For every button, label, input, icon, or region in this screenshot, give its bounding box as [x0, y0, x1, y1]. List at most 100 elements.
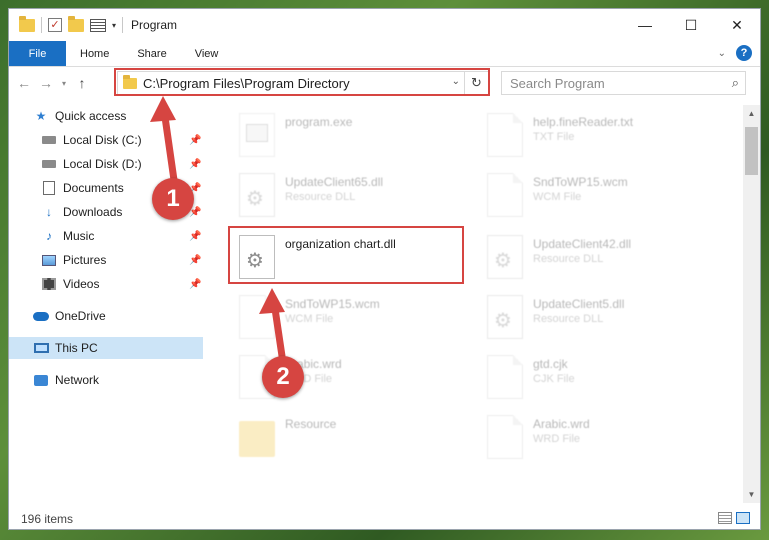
file-name: SndToWP15.wcm: [285, 297, 380, 311]
file-item[interactable]: program.exe: [239, 113, 352, 169]
wrd-file-icon: [487, 415, 523, 459]
file-highlight: [228, 226, 464, 284]
file-item[interactable]: SndToWP15.wcm WCM File: [487, 173, 628, 229]
network-icon: [33, 373, 49, 387]
pin-icon[interactable]: 📌: [189, 231, 201, 242]
search-box[interactable]: ⌕: [501, 71, 746, 95]
dll-file-icon: ⚙: [487, 295, 523, 339]
pictures-icon: [41, 253, 57, 267]
qat-separator: [41, 17, 42, 33]
large-icons-view-icon[interactable]: [736, 512, 750, 524]
scroll-down-arrow-icon[interactable]: ▼: [743, 486, 760, 503]
title-separator: [122, 17, 124, 33]
sidebar-item-label: Quick access: [55, 109, 127, 123]
file-name: Arabic.wrd: [533, 417, 590, 431]
step-1-badge: 1: [152, 178, 194, 220]
vertical-scrollbar[interactable]: ▲ ▼: [743, 105, 760, 503]
cloud-icon: [33, 309, 49, 323]
file-item[interactable]: Resource: [239, 415, 336, 471]
documents-icon: [41, 181, 57, 195]
tab-home[interactable]: Home: [66, 41, 123, 66]
expand-ribbon-chevron-icon[interactable]: ⌄: [718, 48, 726, 59]
address-bar-highlight: [114, 68, 490, 96]
folder-icon: [19, 15, 35, 32]
file-item[interactable]: Arabic.wrd WRD File: [487, 415, 590, 471]
pin-icon[interactable]: 📌: [189, 279, 201, 290]
tab-share[interactable]: Share: [123, 41, 180, 66]
file-item[interactable]: ⚙ UpdateClient65.dll Resource DLL: [239, 173, 383, 229]
file-type: Resource DLL: [533, 253, 604, 265]
forward-arrow-icon[interactable]: →: [35, 75, 57, 91]
status-bar: 196 items: [9, 507, 760, 529]
details-view-icon[interactable]: [718, 512, 732, 524]
dll-file-icon: ⚙: [487, 235, 523, 279]
file-name: SndToWP15.wcm: [533, 175, 628, 189]
sidebar-item-this-pc[interactable]: This PC: [9, 337, 203, 359]
ribbon-tabs: File Home Share View ⌄ ?: [9, 41, 760, 67]
file-name: Resource: [285, 417, 337, 431]
window-controls: — ☐ ✕: [622, 9, 760, 41]
navigation-pane: ★ Quick access Local Disk (C:) 📌 Local D…: [9, 105, 203, 503]
file-type: WCM File: [285, 313, 334, 325]
tab-view[interactable]: View: [181, 41, 233, 66]
sidebar-item-pictures[interactable]: Pictures 📌: [41, 249, 203, 271]
wcm-file-icon: [239, 295, 275, 339]
sidebar-item-videos[interactable]: Videos 📌: [41, 273, 203, 295]
file-name: UpdateClient5.dll: [533, 297, 625, 311]
qat-dropdown-icon[interactable]: ▾: [112, 21, 116, 30]
file-type: CJK File: [533, 373, 575, 385]
file-item[interactable]: help.fineReader.txt TXT File: [487, 113, 633, 169]
sidebar-item-quick-access[interactable]: ★ Quick access: [33, 105, 203, 127]
tab-file[interactable]: File: [9, 41, 66, 66]
file-type: WRD File: [533, 433, 581, 445]
sidebar-item-label: OneDrive: [55, 309, 106, 323]
sidebar-item-label: Videos: [63, 277, 100, 291]
maximize-button[interactable]: ☐: [668, 9, 714, 41]
scroll-thumb[interactable]: [745, 127, 758, 175]
window-title: Program: [131, 18, 178, 32]
sidebar-item-local-disk-d[interactable]: Local Disk (D:) 📌: [41, 153, 203, 175]
properties-check-icon[interactable]: ✓: [48, 18, 62, 32]
download-arrow-icon: ↓: [46, 205, 52, 219]
file-type: TXT File: [533, 131, 575, 143]
search-input[interactable]: [510, 75, 720, 91]
new-folder-icon[interactable]: [68, 15, 84, 32]
file-name: UpdateClient42.dll: [533, 237, 632, 251]
sidebar-item-label: Pictures: [63, 253, 107, 267]
file-item[interactable]: ⚙ UpdateClient42.dll Resource DLL: [487, 235, 631, 291]
help-icon[interactable]: ?: [736, 45, 752, 61]
pin-icon[interactable]: 📌: [189, 159, 201, 170]
up-arrow-icon[interactable]: ↑: [71, 75, 93, 91]
sidebar-item-label: Documents: [63, 181, 124, 195]
sidebar-item-music[interactable]: ♪ Music 📌: [41, 225, 203, 247]
pin-icon[interactable]: 📌: [189, 255, 201, 266]
search-icon[interactable]: ⌕: [732, 75, 739, 91]
sidebar-item-label: Local Disk (D:): [63, 157, 142, 171]
quick-access-toolbar: ✓ ▾: [9, 15, 124, 33]
pin-icon[interactable]: 📌: [189, 135, 201, 146]
exe-file-icon: [239, 113, 275, 157]
file-name: program.exe: [285, 115, 353, 129]
file-name: gtd.cjk: [533, 357, 568, 371]
ribbon-right-controls: ⌄ ?: [718, 45, 752, 61]
sidebar-item-onedrive[interactable]: OneDrive: [33, 305, 203, 327]
file-item[interactable]: ⚙ UpdateClient5.dll Resource DLL: [487, 295, 624, 351]
file-item[interactable]: SndToWP15.wcm WCM File: [239, 295, 380, 351]
minimize-button[interactable]: —: [622, 9, 668, 41]
close-button[interactable]: ✕: [714, 9, 760, 41]
music-note-icon: ♪: [46, 229, 52, 243]
properties-icon[interactable]: [90, 18, 106, 32]
step-2-badge: 2: [262, 356, 304, 398]
file-name: help.fineReader.txt: [533, 115, 634, 129]
star-icon: ★: [35, 109, 47, 123]
recent-locations-chevron-icon[interactable]: ▾: [57, 79, 71, 88]
view-switcher: [718, 512, 750, 524]
back-arrow-icon[interactable]: ←: [13, 75, 35, 91]
file-list: program.exe help.fineReader.txt TXT File …: [211, 105, 741, 503]
text-file-icon: [487, 113, 523, 157]
sidebar-item-network[interactable]: Network: [33, 369, 203, 391]
title-bar: ✓ ▾ Program — ☐ ✕: [9, 9, 760, 41]
scroll-up-arrow-icon[interactable]: ▲: [743, 105, 760, 122]
sidebar-item-local-disk-c[interactable]: Local Disk (C:) 📌: [41, 129, 203, 151]
file-item[interactable]: gtd.cjk CJK File: [487, 355, 575, 411]
